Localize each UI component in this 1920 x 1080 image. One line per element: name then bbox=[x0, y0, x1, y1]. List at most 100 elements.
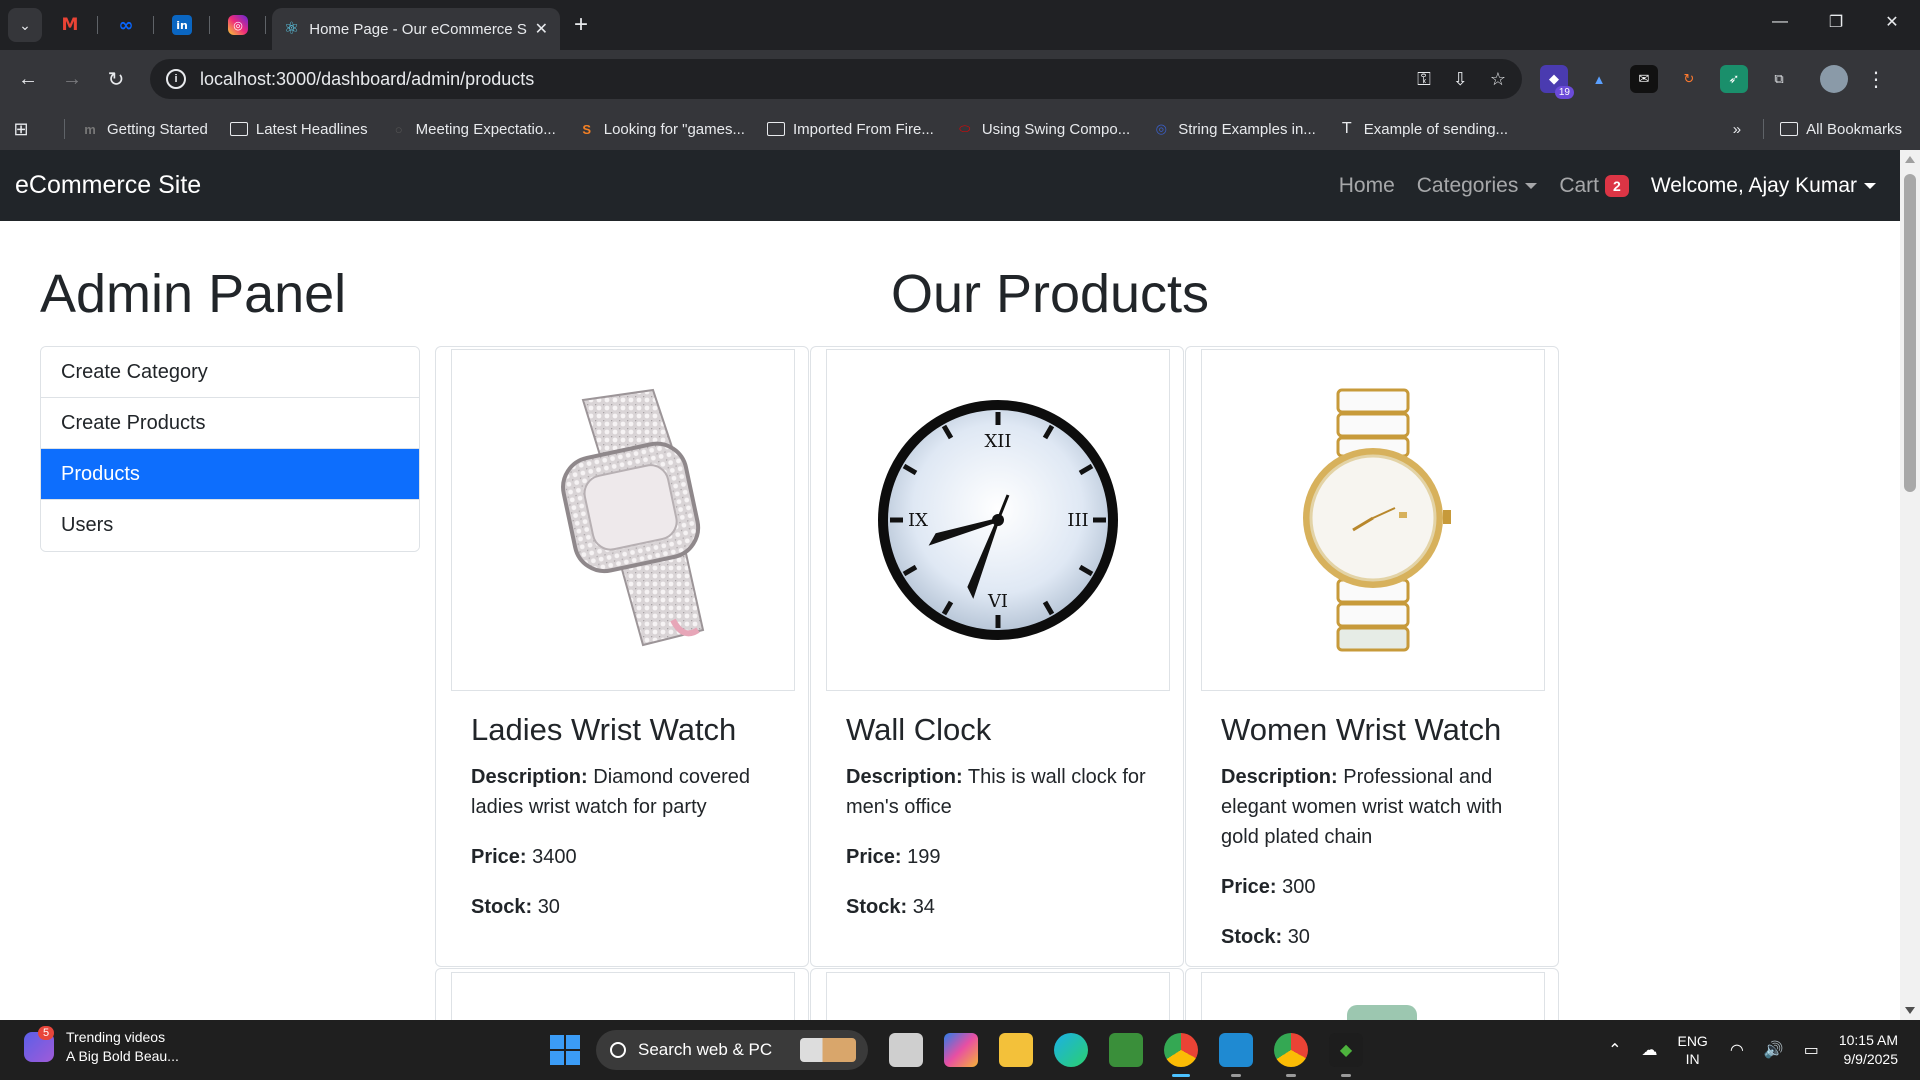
stock-label: Stock: bbox=[846, 896, 908, 918]
install-app-icon[interactable]: ⇩ bbox=[1453, 69, 1468, 90]
mongodb-icon[interactable]: ◆ bbox=[1329, 1033, 1363, 1077]
product-card[interactable] bbox=[1185, 968, 1559, 1020]
pinned-tab-instagram[interactable]: ◎ bbox=[210, 0, 266, 50]
scrollbar-thumb[interactable] bbox=[1904, 174, 1916, 492]
chrome-profile-icon[interactable] bbox=[1274, 1033, 1308, 1077]
url-text[interactable]: localhost:3000/dashboard/admin/products bbox=[200, 69, 1395, 90]
nav-cart-label: Cart bbox=[1559, 173, 1600, 197]
nav-home[interactable]: Home bbox=[1339, 174, 1395, 198]
meet-icon[interactable] bbox=[1109, 1033, 1143, 1067]
nav-categories-label: Categories bbox=[1416, 173, 1519, 197]
meta-icon: ∞ bbox=[118, 14, 134, 36]
rocket-extension-icon[interactable]: ➶ bbox=[1720, 65, 1748, 93]
sidebar-item-products[interactable]: Products bbox=[41, 449, 419, 500]
widgets-button[interactable]: 5 Trending videos A Big Bold Beau... bbox=[24, 1026, 179, 1066]
profile-avatar[interactable] bbox=[1820, 65, 1848, 93]
refresh-extension-icon[interactable]: ↻ bbox=[1675, 65, 1703, 93]
pinned-tab-linkedin[interactable]: in bbox=[154, 0, 210, 50]
minimize-button[interactable]: — bbox=[1752, 0, 1808, 44]
edge-icon[interactable] bbox=[1054, 1033, 1088, 1067]
bookmark-star-icon[interactable]: ☆ bbox=[1490, 69, 1506, 90]
running-indicator bbox=[1172, 1074, 1190, 1077]
task-view-icon[interactable] bbox=[889, 1033, 923, 1067]
m-icon: m bbox=[84, 121, 96, 137]
bookmarks-overflow-icon[interactable]: » bbox=[1733, 121, 1741, 138]
nav-cart[interactable]: Cart 2 bbox=[1559, 173, 1629, 198]
bookmarks-right: » All Bookmarks bbox=[1733, 108, 1902, 150]
close-tab-icon[interactable]: ✕ bbox=[535, 19, 548, 39]
stock-label: Stock: bbox=[471, 896, 533, 918]
close-window-button[interactable]: ✕ bbox=[1864, 0, 1920, 44]
sidebar-item-create-products[interactable]: Create Products bbox=[41, 398, 419, 449]
tab-search-button[interactable]: ⌄ bbox=[8, 8, 42, 42]
active-tab[interactable]: ⚛ Home Page - Our eCommerce Site ✕ bbox=[272, 8, 560, 50]
sidebar-item-create-category[interactable]: Create Category bbox=[41, 347, 419, 398]
bookmark-item[interactable]: T Example of sending... bbox=[1338, 120, 1508, 138]
bookmark-item[interactable]: ⬭ Using Swing Compo... bbox=[956, 121, 1130, 138]
bookmark-item[interactable]: ○ Meeting Expectatio... bbox=[390, 121, 556, 138]
chart-extension-icon[interactable]: ▲ bbox=[1585, 65, 1613, 93]
user-menu[interactable]: Welcome, Ajay Kumar bbox=[1651, 174, 1876, 198]
battery-icon[interactable]: ▭ bbox=[1804, 1040, 1819, 1060]
back-button[interactable]: ← bbox=[6, 57, 50, 101]
reload-button[interactable]: ↻ bbox=[94, 57, 138, 101]
wifi-icon[interactable]: ◠ bbox=[1730, 1040, 1744, 1060]
product-card[interactable]: XII III VI IX Wall Clock Description: Th… bbox=[810, 346, 1184, 967]
vscode-icon[interactable] bbox=[1219, 1033, 1253, 1077]
all-bookmarks[interactable]: All Bookmarks bbox=[1780, 121, 1902, 138]
forward-button[interactable]: → bbox=[50, 57, 94, 101]
pinned-tab-gmail[interactable]: M bbox=[42, 0, 98, 50]
volume-icon[interactable]: 🔊 bbox=[1764, 1040, 1784, 1060]
taskbar-clock[interactable]: 10:15 AM 9/9/2025 bbox=[1839, 1031, 1898, 1069]
copilot-icon[interactable] bbox=[944, 1033, 978, 1067]
nav-links: Home Categories Cart 2 Welcome, Ajay Kuma… bbox=[1317, 150, 1876, 221]
onedrive-icon[interactable]: ☁ bbox=[1641, 1040, 1657, 1060]
more-menu-icon[interactable]: ⋮ bbox=[1866, 67, 1886, 92]
site-info-icon[interactable]: i bbox=[166, 69, 186, 89]
product-card[interactable]: Ladies Wrist Watch Description: Diamond … bbox=[435, 346, 809, 967]
product-card[interactable] bbox=[810, 968, 1184, 1020]
apps-grid-icon[interactable]: ⊞ bbox=[12, 119, 38, 139]
language-indicator[interactable]: ENG IN bbox=[1677, 1032, 1707, 1068]
description-label: Description: bbox=[471, 766, 588, 788]
bookmark-item[interactable]: S Looking for "games... bbox=[578, 121, 745, 138]
new-tab-button[interactable]: + bbox=[574, 11, 588, 39]
scroll-up-arrow-icon[interactable] bbox=[1905, 156, 1915, 163]
description-label: Description: bbox=[1221, 766, 1338, 788]
page-scrollbar[interactable] bbox=[1900, 150, 1920, 1020]
pinned-tab-meta[interactable]: ∞ bbox=[98, 0, 154, 50]
nav-categories[interactable]: Categories bbox=[1417, 174, 1538, 198]
widgets-icon: 5 bbox=[24, 1026, 55, 1062]
start-button[interactable] bbox=[550, 1035, 580, 1065]
bookmarks-divider bbox=[1763, 119, 1765, 139]
product-card[interactable] bbox=[435, 968, 809, 1020]
file-explorer-icon[interactable] bbox=[999, 1033, 1033, 1067]
tray-overflow-icon[interactable]: ⌃ bbox=[1608, 1040, 1621, 1060]
welcome-label: Welcome, Ajay Kumar bbox=[1650, 173, 1857, 197]
chrome-icon[interactable] bbox=[1164, 1033, 1198, 1077]
sidebar-item-users[interactable]: Users bbox=[41, 500, 419, 551]
product-stock: Stock: 34 bbox=[846, 892, 1156, 922]
bookmark-item[interactable]: Latest Headlines bbox=[229, 121, 368, 138]
restore-button[interactable]: ❐ bbox=[1808, 0, 1864, 44]
clock-numeral: III bbox=[1067, 510, 1088, 531]
t-icon: T bbox=[1341, 120, 1352, 137]
product-price: Price: 3400 bbox=[471, 842, 781, 872]
address-bar[interactable]: i localhost:3000/dashboard/admin/product… bbox=[150, 59, 1522, 99]
widgets-text: Trending videos A Big Bold Beau... bbox=[66, 1028, 179, 1066]
taskbar-search[interactable]: Search web & PC bbox=[596, 1030, 868, 1070]
running-indicator bbox=[1286, 1074, 1296, 1077]
extension-icon[interactable]: ◆ 19 bbox=[1540, 65, 1574, 99]
password-key-icon[interactable]: ⚿ bbox=[1417, 69, 1431, 90]
clock-time: 10:15 AM bbox=[1838, 1032, 1898, 1048]
brand-link[interactable]: eCommerce Site bbox=[15, 171, 201, 200]
puzzle-extensions-icon[interactable]: ⧉ bbox=[1765, 65, 1793, 93]
search-icon bbox=[610, 1042, 626, 1058]
mail-extension-icon[interactable]: ✉ bbox=[1630, 65, 1658, 93]
bookmark-item[interactable]: ◎ String Examples in... bbox=[1152, 121, 1316, 138]
bookmark-item[interactable]: m Getting Started bbox=[81, 121, 208, 138]
bookmark-item[interactable]: Imported From Fire... bbox=[766, 121, 934, 138]
product-card[interactable]: Women Wrist Watch Description: Professio… bbox=[1185, 346, 1559, 967]
stock-label: Stock: bbox=[1221, 926, 1283, 948]
scroll-down-arrow-icon[interactable] bbox=[1905, 1007, 1915, 1014]
